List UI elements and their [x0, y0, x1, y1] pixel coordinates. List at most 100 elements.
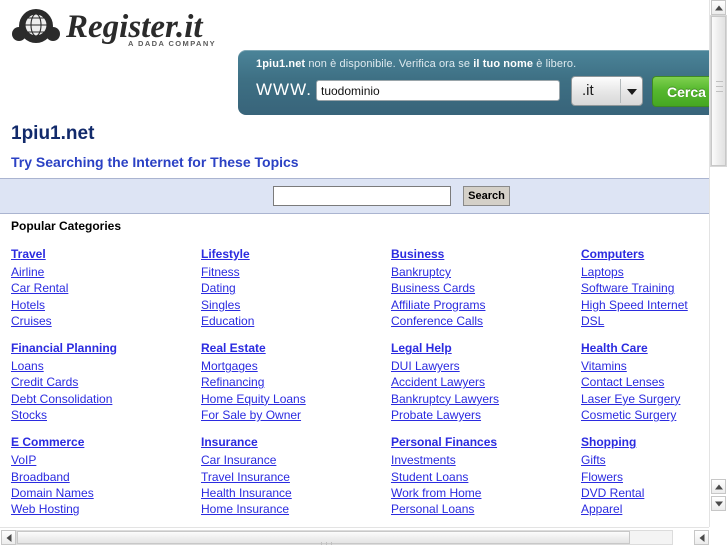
category-link[interactable]: Health Insurance [201, 485, 391, 501]
category-link[interactable]: Vitamins [581, 358, 709, 374]
promo-message: 1piu1.net non è disponibile. Verifica or… [256, 58, 576, 70]
category-link[interactable]: Education [201, 313, 391, 329]
browser-page: Register.it A DADA COMPANY 1piu1.net non… [0, 0, 727, 545]
category-link[interactable]: Personal Loans [391, 501, 581, 517]
category-link[interactable]: Loans [11, 358, 201, 374]
category-link[interactable]: Gifts [581, 452, 709, 468]
category-link[interactable]: Student Loans [391, 469, 581, 485]
category-link[interactable]: DVD Rental [581, 485, 709, 501]
category-link[interactable]: Laptops [581, 264, 709, 280]
category-title-business[interactable]: Business [391, 247, 581, 261]
horizontal-scrollbar[interactable] [0, 527, 727, 545]
category-link[interactable]: Bankruptcy [391, 264, 581, 280]
category-link[interactable]: Contact Lenses [581, 374, 709, 390]
promo-domain: 1piu1.net [256, 58, 306, 70]
svg-text:A DADA COMPANY: A DADA COMPANY [128, 39, 216, 48]
category-title-insurance[interactable]: Insurance [201, 435, 391, 449]
category-link[interactable]: Investments [391, 452, 581, 468]
category-link[interactable]: Credit Cards [11, 374, 201, 390]
category-link[interactable]: Singles [201, 297, 391, 313]
promo-message-mid: non è disponibile. Verifica ora se [305, 58, 474, 70]
category-title-computers[interactable]: Computers [581, 247, 709, 261]
register-it-logo[interactable]: Register.it A DADA COMPANY [8, 4, 248, 50]
category-link[interactable]: Debt Consolidation [11, 391, 201, 407]
category-link[interactable]: Car Insurance [201, 452, 391, 468]
category-link[interactable]: Refinancing [201, 374, 391, 390]
category-link[interactable]: Stocks [11, 407, 201, 423]
category-title-health-care[interactable]: Health Care [581, 341, 709, 355]
category-link[interactable]: Airline [11, 264, 201, 280]
category-title-legal-help[interactable]: Legal Help [391, 341, 581, 355]
category-link[interactable]: Cruises [11, 313, 201, 329]
category-link[interactable]: High Speed Internet [581, 297, 709, 313]
category-link[interactable]: Home Insurance [201, 501, 391, 517]
category-link[interactable]: Probate Lawyers [391, 407, 581, 423]
category-link[interactable]: Home Equity Loans [201, 391, 391, 407]
category-title-financial-planning[interactable]: Financial Planning [11, 341, 201, 355]
category-link[interactable]: Cosmetic Surgery [581, 407, 709, 423]
tld-divider [620, 79, 621, 103]
category-link[interactable]: VoIP [11, 452, 201, 468]
domain-name-input[interactable] [316, 80, 560, 101]
vertical-scrollbar[interactable] [709, 0, 727, 527]
vertical-scrollbar-thumb[interactable] [711, 16, 726, 166]
category-link[interactable]: Bankruptcy Lawyers [391, 391, 581, 407]
search-input[interactable] [273, 186, 451, 206]
domain-search-button[interactable]: Cerca [652, 76, 709, 107]
triangle-up-icon [714, 484, 723, 489]
category-link[interactable]: Broadband [11, 469, 201, 485]
domain-availability-banner: 1piu1.net non è disponibile. Verifica or… [238, 50, 709, 115]
topic-search-bar: Search [0, 178, 709, 214]
popular-categories-heading: Popular Categories [11, 219, 122, 233]
category-row: E Commerce VoIP Broadband Domain Names W… [11, 435, 697, 517]
category-title-lifestyle[interactable]: Lifestyle [201, 247, 391, 261]
category-title-real-estate[interactable]: Real Estate [201, 341, 391, 355]
category-link[interactable]: Apparel [581, 501, 709, 517]
category-column: Legal Help DUI Lawyers Accident Lawyers … [391, 341, 581, 423]
scroll-up-arrow-icon[interactable] [711, 0, 726, 15]
category-link[interactable]: Hotels [11, 297, 201, 313]
category-title-travel[interactable]: Travel [11, 247, 201, 261]
category-link[interactable]: Dating [201, 280, 391, 296]
logo-svg: Register.it A DADA COMPANY [12, 9, 216, 48]
category-link[interactable]: Affiliate Programs [391, 297, 581, 313]
category-title-e-commerce[interactable]: E Commerce [11, 435, 201, 449]
category-link[interactable]: Travel Insurance [201, 469, 391, 485]
category-link[interactable]: Work from Home [391, 485, 581, 501]
category-link[interactable]: Car Rental [11, 280, 201, 296]
category-link[interactable]: DSL [581, 313, 709, 329]
scroll-up-arrow-icon-lower[interactable] [711, 479, 726, 494]
category-column: Real Estate Mortgages Refinancing Home E… [201, 341, 391, 423]
search-button[interactable]: Search [463, 186, 510, 206]
tld-dropdown[interactable]: .it [571, 76, 643, 106]
category-column: Health Care Vitamins Contact Lenses Lase… [581, 341, 709, 423]
category-link[interactable]: Software Training [581, 280, 709, 296]
category-link[interactable]: Mortgages [201, 358, 391, 374]
category-column: Shopping Gifts Flowers DVD Rental Appare… [581, 435, 709, 517]
tld-selected-value: .it [582, 82, 594, 99]
scroll-down-arrow-icon[interactable] [711, 496, 726, 511]
category-link[interactable]: Accident Lawyers [391, 374, 581, 390]
category-link[interactable]: DUI Lawyers [391, 358, 581, 374]
scroll-left-arrow-icon-end[interactable] [694, 530, 709, 545]
triangle-left-icon [6, 533, 11, 542]
category-link[interactable]: Fitness [201, 264, 391, 280]
category-column: Insurance Car Insurance Travel Insurance… [201, 435, 391, 517]
category-row: Financial Planning Loans Credit Cards De… [11, 341, 697, 423]
scroll-left-arrow-icon[interactable] [1, 530, 16, 545]
page-title: 1piu1.net [11, 123, 95, 144]
category-column: Personal Finances Investments Student Lo… [391, 435, 581, 517]
scrollbar-grip-icon [321, 536, 339, 545]
category-link[interactable]: Web Hosting [11, 501, 201, 517]
category-title-shopping[interactable]: Shopping [581, 435, 709, 449]
promo-message-suffix: è libero. [533, 58, 577, 70]
category-link[interactable]: Laser Eye Surgery [581, 391, 709, 407]
category-link[interactable]: Domain Names [11, 485, 201, 501]
category-link[interactable]: Business Cards [391, 280, 581, 296]
category-title-personal-finances[interactable]: Personal Finances [391, 435, 581, 449]
page-subtitle: Try Searching the Internet for These Top… [11, 154, 299, 170]
category-link[interactable]: Conference Calls [391, 313, 581, 329]
category-link[interactable]: Flowers [581, 469, 709, 485]
horizontal-scrollbar-thumb[interactable] [17, 531, 630, 545]
category-link[interactable]: For Sale by Owner [201, 407, 391, 423]
